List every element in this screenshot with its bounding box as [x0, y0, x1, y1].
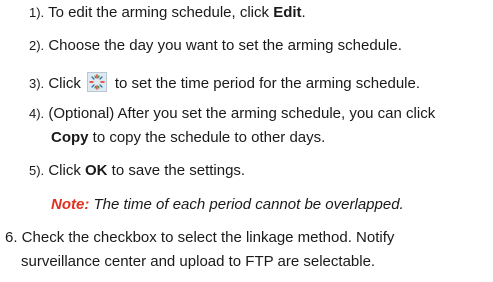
step-1-text: To edit the arming schedule, click: [44, 4, 274, 21]
step-4-text-line-2: to copy the schedule to other days.: [88, 129, 326, 146]
note-label: Note:: [51, 196, 90, 213]
note-text: The time of each period cannot be overla…: [89, 196, 404, 213]
step-4-line-1: 4). (Optional) After you set the arming …: [29, 105, 435, 123]
item-6-text-line-1: 6. Check the checkbox to select the link…: [5, 229, 395, 246]
step-4-number: 4).: [29, 106, 45, 121]
step-5: 5). Click OK to save the settings.: [29, 162, 245, 180]
step-3-text-before: Click: [44, 75, 81, 92]
step-1-number: 1).: [29, 5, 45, 20]
step-4-text-line-1: (Optional) After you set the arming sche…: [44, 105, 436, 122]
step-4-line-2: Copy to copy the schedule to other days.: [51, 129, 325, 147]
item-6-text-line-2: surveillance center and upload to FTP ar…: [21, 253, 376, 270]
step-1-bold-edit: Edit: [273, 4, 302, 21]
step-3-number: 3).: [29, 76, 45, 91]
step-2-number: 2).: [29, 38, 45, 53]
step-1: 1). To edit the arming schedule, click E…: [29, 4, 306, 22]
step-2-text: Choose the day you want to set the armin…: [44, 37, 402, 54]
note: Note: The time of each period cannot be …: [51, 196, 404, 214]
step-3: 3). Click to set the time period for the…: [29, 72, 420, 93]
step-1-period: .: [301, 4, 306, 21]
step-5-bold-ok: OK: [85, 162, 108, 179]
item-6-line-1: 6. Check the checkbox to select the link…: [5, 229, 394, 247]
step-5-text-after: to save the settings.: [107, 162, 246, 179]
document-page: { "steps": [ { "num": "1).", "pre": " To…: [0, 0, 493, 282]
step-3-text-after: to set the time period for the arming sc…: [114, 75, 421, 92]
step-2: 2). Choose the day you want to set the a…: [29, 37, 402, 55]
step-4-bold-copy: Copy: [51, 129, 89, 146]
item-6-line-2: surveillance center and upload to FTP ar…: [21, 253, 375, 271]
schedule-clock-icon: [86, 72, 107, 92]
step-5-number: 5).: [29, 163, 45, 178]
step-5-text-before: Click: [44, 162, 86, 179]
